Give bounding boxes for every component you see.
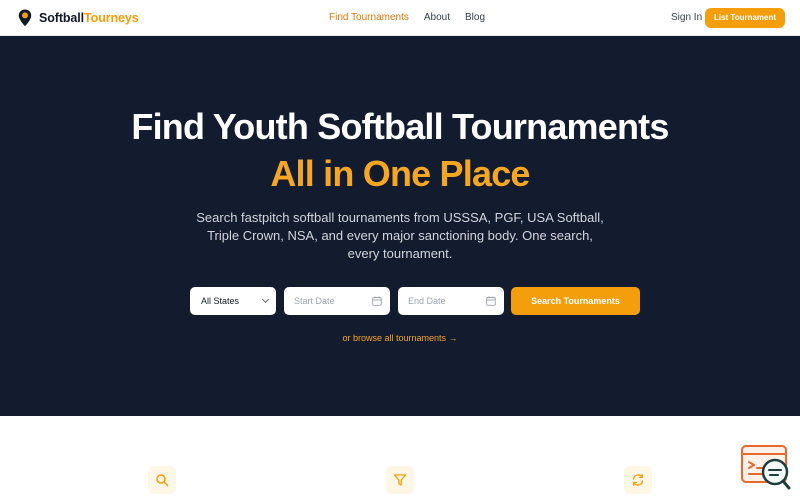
refresh-icon xyxy=(632,473,644,487)
hero-section: Find Youth Softball Tournaments All in O… xyxy=(0,36,800,416)
nav-blog[interactable]: Blog xyxy=(465,12,485,23)
feature-filter xyxy=(386,466,414,494)
chat-help-icon[interactable] xyxy=(740,444,792,492)
nav-about[interactable]: About xyxy=(424,12,450,23)
browse-all-link[interactable]: or browse all tournaments → xyxy=(0,333,800,343)
brand-name-part2: Tourneys xyxy=(84,11,139,25)
map-pin-icon xyxy=(18,9,32,27)
brand-name-part1: Softball xyxy=(39,11,85,25)
search-icon xyxy=(156,474,169,487)
main-nav: Find Tournaments About Blog xyxy=(329,12,500,23)
chevron-down-icon xyxy=(261,295,270,304)
hero-title-line1: Find Youth Softball Tournaments xyxy=(131,106,669,147)
brand-logo[interactable]: SoftballTourneys xyxy=(18,9,139,27)
state-select-value: All States xyxy=(201,296,240,306)
end-date-input[interactable]: End Date xyxy=(398,287,504,315)
nav-find-tournaments[interactable]: Find Tournaments xyxy=(329,12,409,23)
search-tournaments-button[interactable]: Search Tournaments xyxy=(511,287,640,315)
sign-in-link[interactable]: Sign In xyxy=(671,12,702,23)
feature-refresh xyxy=(624,466,652,494)
end-date-placeholder: End Date xyxy=(408,296,446,306)
start-date-input[interactable]: Start Date xyxy=(284,287,390,315)
calendar-icon xyxy=(486,296,496,306)
start-date-placeholder: Start Date xyxy=(294,296,335,306)
state-select[interactable]: All States xyxy=(190,287,276,315)
calendar-icon xyxy=(372,296,382,306)
filter-icon xyxy=(393,474,407,486)
hero-subtitle: Search fastpitch softball tournaments fr… xyxy=(196,210,604,261)
hero-title-line2: All in One Place xyxy=(270,153,530,194)
top-header: SoftballTourneys Find Tournaments About … xyxy=(0,0,800,36)
feature-search xyxy=(148,466,176,494)
brand-name: SoftballTourneys xyxy=(39,11,139,25)
list-tournament-button[interactable]: List Tournament xyxy=(705,8,785,28)
